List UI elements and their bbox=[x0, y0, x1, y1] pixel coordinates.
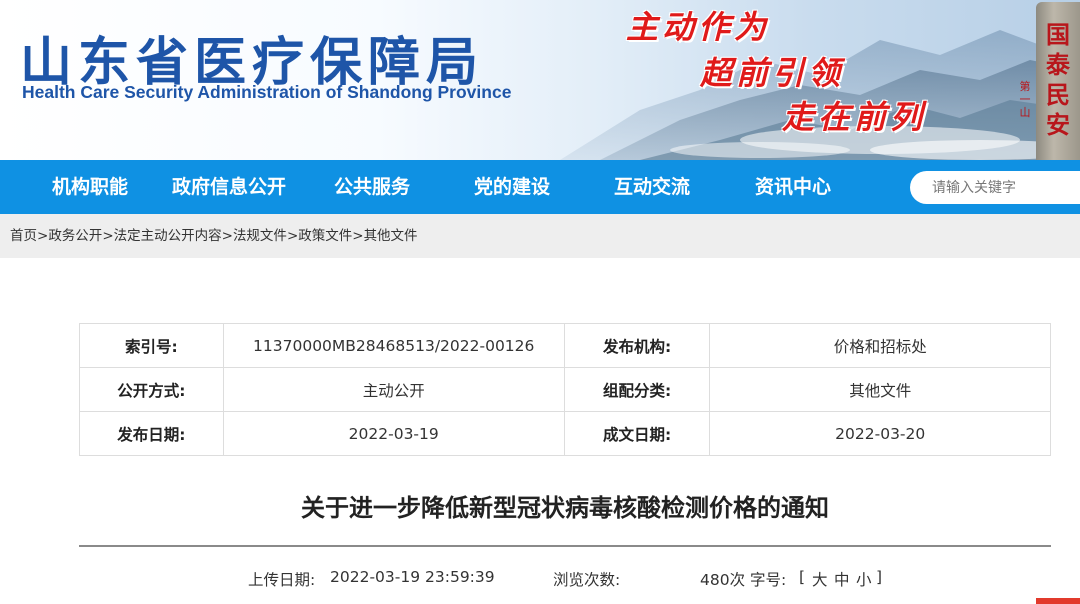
publish-date-value: 2022-03-19 bbox=[222, 411, 565, 456]
table-row: 公开方式: 主动公开 组配分类: 其他文件 bbox=[79, 367, 1051, 412]
breadcrumb-separator: > bbox=[286, 228, 299, 244]
font-size-bracket-open: [ bbox=[799, 568, 806, 586]
slogan-line-1: 主动作为 bbox=[626, 8, 771, 46]
nav-item-news-center[interactable]: 资讯中心 bbox=[755, 160, 831, 214]
index-number-value: 11370000MB28468513/2022-00126 bbox=[222, 323, 565, 368]
nav-item-institution[interactable]: 机构职能 bbox=[52, 160, 128, 214]
view-count-value: 480次 bbox=[700, 571, 746, 589]
font-size-large-button[interactable]: 大 bbox=[812, 568, 828, 590]
breadcrumb-gov-affairs[interactable]: 政务公开 bbox=[48, 228, 102, 244]
publish-date-label: 发布日期: bbox=[79, 411, 224, 456]
table-row: 发布日期: 2022-03-19 成文日期: 2022-03-20 bbox=[79, 411, 1051, 456]
nav-item-public-service[interactable]: 公共服务 bbox=[334, 160, 410, 214]
breadcrumb-bar: 首页>政务公开>法定主动公开内容>法规文件>政策文件>其他文件 bbox=[0, 214, 1080, 258]
breadcrumb-policy-docs[interactable]: 政策文件 bbox=[298, 228, 352, 244]
nav-item-interaction[interactable]: 互动交流 bbox=[614, 160, 690, 214]
category-value: 其他文件 bbox=[709, 367, 1051, 412]
header-banner: 山东省医疗保障局 Health Care Security Administra… bbox=[0, 0, 1080, 160]
breadcrumb-legal-disclosure[interactable]: 法定主动公开内容 bbox=[114, 228, 222, 244]
org-name-en: Health Care Security Administration of S… bbox=[22, 82, 512, 102]
disclosure-method-label: 公开方式: bbox=[79, 367, 224, 412]
page-corner-accent bbox=[1036, 598, 1080, 604]
stele-inscription: 国泰民安 bbox=[1046, 20, 1070, 139]
upload-date-value: 2022-03-19 23:59:39 bbox=[330, 568, 495, 586]
table-row: 索引号: 11370000MB28468513/2022-00126 发布机构:… bbox=[79, 323, 1051, 368]
nav-item-gov-info[interactable]: 政府信息公开 bbox=[172, 160, 286, 214]
breadcrumb-other-docs[interactable]: 其他文件 bbox=[364, 228, 418, 244]
title-divider bbox=[79, 545, 1051, 547]
written-date-label: 成文日期: bbox=[563, 411, 711, 456]
slogan-line-3: 走在前列 bbox=[782, 98, 927, 136]
document-info-table: 索引号: 11370000MB28468513/2022-00126 发布机构:… bbox=[79, 323, 1051, 456]
breadcrumb-regulations[interactable]: 法规文件 bbox=[233, 228, 287, 244]
font-size-bracket-close: ] bbox=[876, 568, 883, 586]
view-count-label: 浏览次数: bbox=[553, 571, 621, 589]
stele-small-inscription: 第一山 bbox=[1019, 80, 1031, 119]
written-date-value: 2022-03-20 bbox=[709, 411, 1051, 456]
disclosure-method-value: 主动公开 bbox=[222, 367, 565, 412]
breadcrumb-separator: > bbox=[102, 228, 114, 244]
font-size-medium-button[interactable]: 中 bbox=[834, 568, 850, 590]
publisher-label: 发布机构: bbox=[563, 323, 711, 368]
font-size-small-button[interactable]: 小 bbox=[856, 568, 872, 590]
publisher-value: 价格和招标处 bbox=[709, 323, 1051, 368]
breadcrumb-home[interactable]: 首页 bbox=[10, 228, 37, 244]
breadcrumb: 首页>政务公开>法定主动公开内容>法规文件>政策文件>其他文件 bbox=[10, 214, 418, 258]
breadcrumb-separator: > bbox=[37, 228, 49, 244]
article-title: 关于进一步降低新型冠状病毒核酸检测价格的通知 bbox=[301, 494, 829, 522]
breadcrumb-separator: > bbox=[221, 228, 233, 244]
slogan-line-2: 超前引领 bbox=[700, 54, 845, 92]
nav-item-party-building[interactable]: 党的建设 bbox=[474, 160, 550, 214]
breadcrumb-separator: > bbox=[352, 228, 364, 244]
category-label: 组配分类: bbox=[563, 367, 711, 412]
upload-date-label: 上传日期: bbox=[248, 571, 316, 589]
index-number-label: 索引号: bbox=[79, 323, 224, 368]
search-input[interactable] bbox=[910, 171, 1080, 204]
font-size-label: 字号: bbox=[750, 571, 787, 589]
